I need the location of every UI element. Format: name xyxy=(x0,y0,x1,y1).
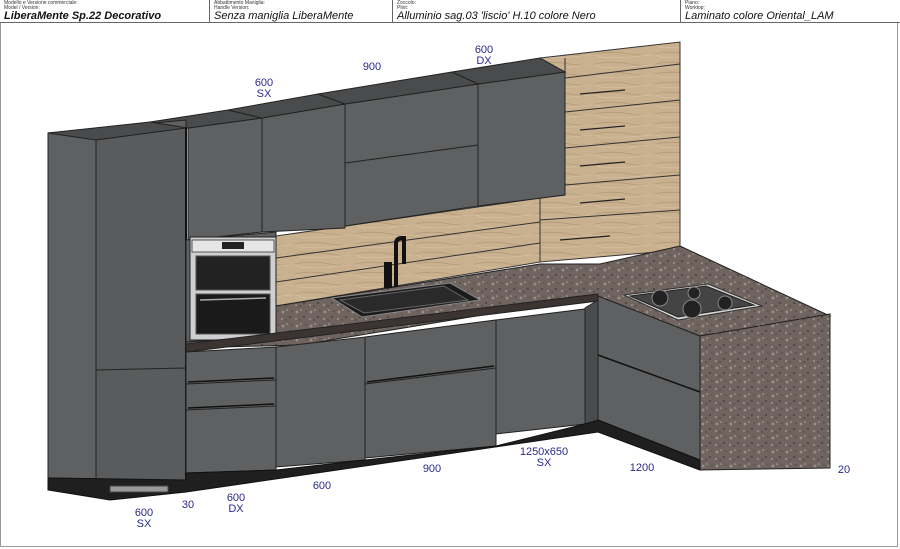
dim-wall-600-sx: 600 SX xyxy=(248,78,280,100)
dim-corner-1250x650: 1250x650 SX xyxy=(510,447,578,469)
dim-wall-900: 900 xyxy=(356,62,388,73)
title-block: Modello e Versione commerciale: Model / … xyxy=(0,0,900,23)
dim-side: DX xyxy=(476,55,492,67)
dim-base-600: 600 xyxy=(306,481,338,492)
dim-value: 600 xyxy=(312,480,332,492)
title-cell-handle: Abbattimento Maniglia: Handle Version: S… xyxy=(210,0,393,22)
model-value: LiberaMente Sp.22 Decorativo xyxy=(4,10,162,22)
dim-value: 30 xyxy=(181,499,195,511)
dim-value: 1200 xyxy=(629,462,655,474)
dim-side: SX xyxy=(536,457,552,469)
dim-side: SX xyxy=(136,518,152,530)
title-cell-plinth: Zoccolo: Plint: Alluminio sag.03 'liscio… xyxy=(393,0,681,22)
dim-base-600-dx: 600 DX xyxy=(220,493,252,515)
dim-base-900: 900 xyxy=(416,464,448,475)
dim-value: 900 xyxy=(422,463,442,475)
dim-side: DX xyxy=(228,503,244,515)
dim-side-20: 20 xyxy=(832,465,856,476)
kitchen-drawing xyxy=(47,41,832,501)
dim-value: 20 xyxy=(837,464,851,476)
title-cell-worktop: Piano: Worktop: Laminato colore Oriental… xyxy=(681,0,900,23)
dim-base-30: 30 xyxy=(174,500,202,511)
dim-side: SX xyxy=(256,88,272,100)
dim-base-600-sx: 600 SX xyxy=(128,508,160,530)
dim-base-1200: 1200 xyxy=(624,463,660,474)
dim-value: 900 xyxy=(362,61,382,73)
plinth-value: Alluminio sag.03 'liscio' H.10 colore Ne… xyxy=(397,10,596,22)
dim-wall-600-dx: 600 DX xyxy=(468,45,500,67)
worktop-value: Laminato colore Oriental_LAM xyxy=(685,10,834,22)
title-cell-model: Modello e Versione commerciale: Model / … xyxy=(0,0,210,22)
handle-value: Senza maniglia LiberaMente xyxy=(214,10,354,22)
oven xyxy=(189,236,277,341)
